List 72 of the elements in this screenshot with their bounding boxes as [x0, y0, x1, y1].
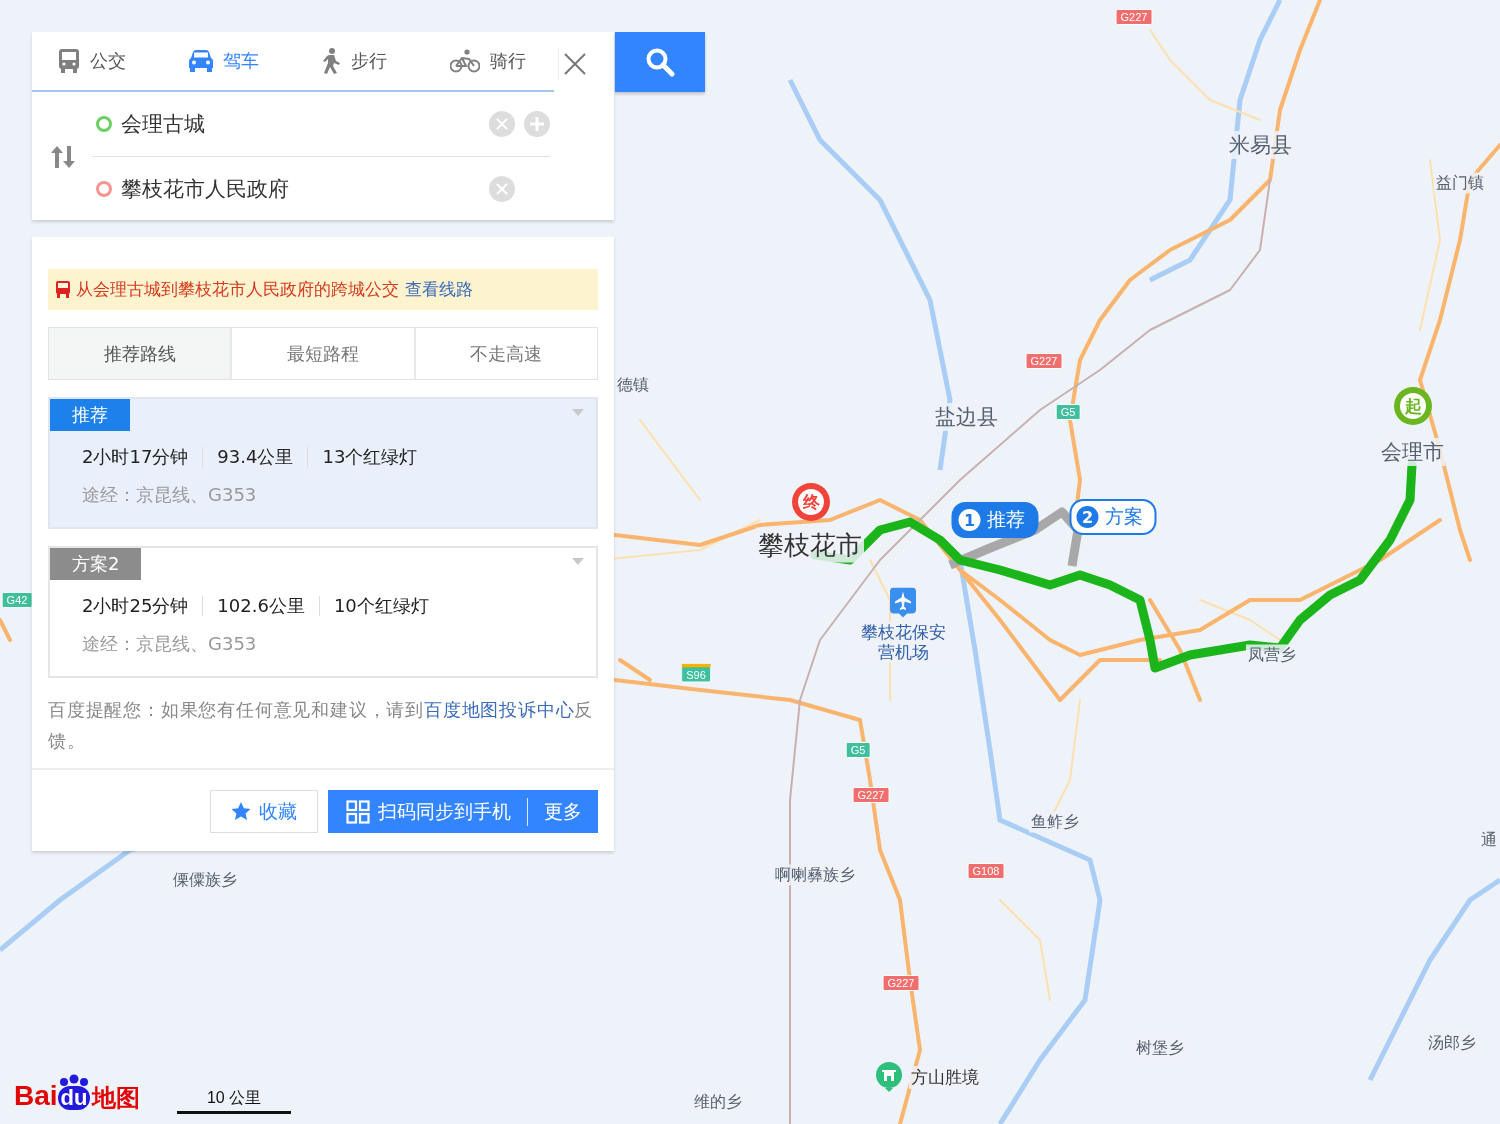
favorite-button[interactable]: 收藏 — [210, 790, 318, 833]
complaint-center-link[interactable]: 百度地图投诉中心 — [424, 699, 575, 720]
road-shield: G227 — [852, 787, 890, 803]
star-icon — [231, 802, 251, 821]
travel-mode-tab[interactable]: 驾车 — [162, 32, 293, 90]
traffic-light-count: 13个红绿灯 — [322, 445, 418, 469]
place-label: 鱼鲊乡 — [1029, 811, 1081, 833]
scale-bar: 10 公里 — [177, 1088, 291, 1114]
route-plan-card[interactable]: 推荐 2小时17分钟 93.4公里 13个红绿灯 途经：京昆线、G353 — [48, 397, 598, 529]
traffic-light-count: 10个红绿灯 — [333, 594, 429, 618]
route-callout[interactable]: 2 方案 — [1069, 499, 1157, 535]
clear-icon[interactable] — [489, 176, 515, 202]
bus-icon — [58, 49, 80, 73]
road-shield: G227 — [882, 975, 920, 991]
end-pin[interactable]: 终 — [792, 483, 830, 521]
place-label: 会理市 — [1378, 438, 1446, 466]
caret-icon[interactable] — [572, 409, 584, 416]
close-icon — [563, 52, 587, 76]
road-shield: G5 — [845, 742, 871, 758]
qr-code-icon — [346, 799, 370, 824]
place-label: 啊喇彝族乡 — [773, 864, 857, 886]
route-callout[interactable]: 1 推荐 — [951, 502, 1039, 538]
map-logo: Bai du 地图 — [14, 1074, 141, 1110]
place-label: 盐边县 — [932, 403, 1000, 431]
place-label: 米易县 — [1226, 131, 1294, 159]
airplane-icon — [890, 587, 916, 618]
bicycle-icon — [449, 49, 480, 73]
place-label: 傈僳族乡 — [171, 869, 239, 891]
feedback-tip: 百度提醒您：如果您有任何意见和建议，请到百度地图投诉中心反馈。 — [48, 698, 595, 753]
duration-text: 2小时17分钟 — [82, 445, 189, 469]
route-plan-card[interactable]: 方案2 2小时25分钟 102.6公里 10个红绿灯 途经：京昆线、G353 — [48, 546, 598, 678]
road-shield: G227 — [1115, 9, 1153, 25]
road-shield: G227 — [1025, 353, 1063, 369]
plan-tag: 方案2 — [50, 548, 142, 580]
end-point-dot — [96, 181, 112, 197]
plan-tag: 推荐 — [50, 399, 130, 431]
start-pin[interactable]: 起 — [1394, 387, 1432, 425]
route-preference-tab[interactable]: 推荐路线 — [49, 328, 231, 379]
distance-text: 102.6公里 — [217, 594, 305, 618]
place-label: 德镇 — [615, 374, 651, 396]
travel-mode-tab[interactable]: 公交 — [32, 32, 163, 90]
search-button[interactable] — [615, 32, 705, 92]
place-label: 凤营乡 — [1246, 644, 1298, 666]
place-label: 汤郎乡 — [1426, 1032, 1478, 1054]
via-text: 途经：京昆线、G353 — [81, 483, 258, 507]
gate-icon — [875, 1062, 903, 1092]
start-point-dot — [96, 116, 112, 132]
clear-icon[interactable] — [489, 111, 515, 137]
duration-text: 2小时25分钟 — [82, 594, 189, 618]
road-shield: G42 — [1, 592, 33, 608]
place-label: 树堡乡 — [1134, 1037, 1186, 1059]
place-label: 维的乡 — [692, 1091, 744, 1113]
poi-label: 方山胜境 — [909, 1065, 981, 1089]
car-icon — [188, 50, 213, 72]
add-icon[interactable] — [524, 111, 550, 137]
bus-icon — [56, 281, 70, 298]
place-label: 益门镇 — [1434, 172, 1486, 194]
view-route-link[interactable]: 查看线路 — [405, 278, 473, 301]
travel-mode-tab[interactable]: 步行 — [293, 32, 424, 90]
notice-text: 从会理古城到攀枝花市人民政府的跨城公交 — [76, 278, 399, 301]
road-shield: G5 — [1055, 404, 1081, 420]
start-field[interactable]: 会理古城 — [121, 112, 480, 136]
distance-text: 93.4公里 — [217, 445, 294, 469]
travel-mode-tab[interactable]: 骑行 — [423, 32, 554, 90]
road-shield: G108 — [967, 863, 1005, 879]
place-label: 攀枝花市 — [756, 527, 864, 563]
search-icon — [645, 47, 675, 77]
road-shield: S96 — [681, 663, 711, 683]
caret-icon[interactable] — [572, 558, 584, 565]
swap-icon[interactable] — [50, 145, 76, 168]
via-text: 途经：京昆线、G353 — [81, 632, 258, 656]
end-field[interactable]: 攀枝花市人民政府 — [121, 177, 480, 201]
